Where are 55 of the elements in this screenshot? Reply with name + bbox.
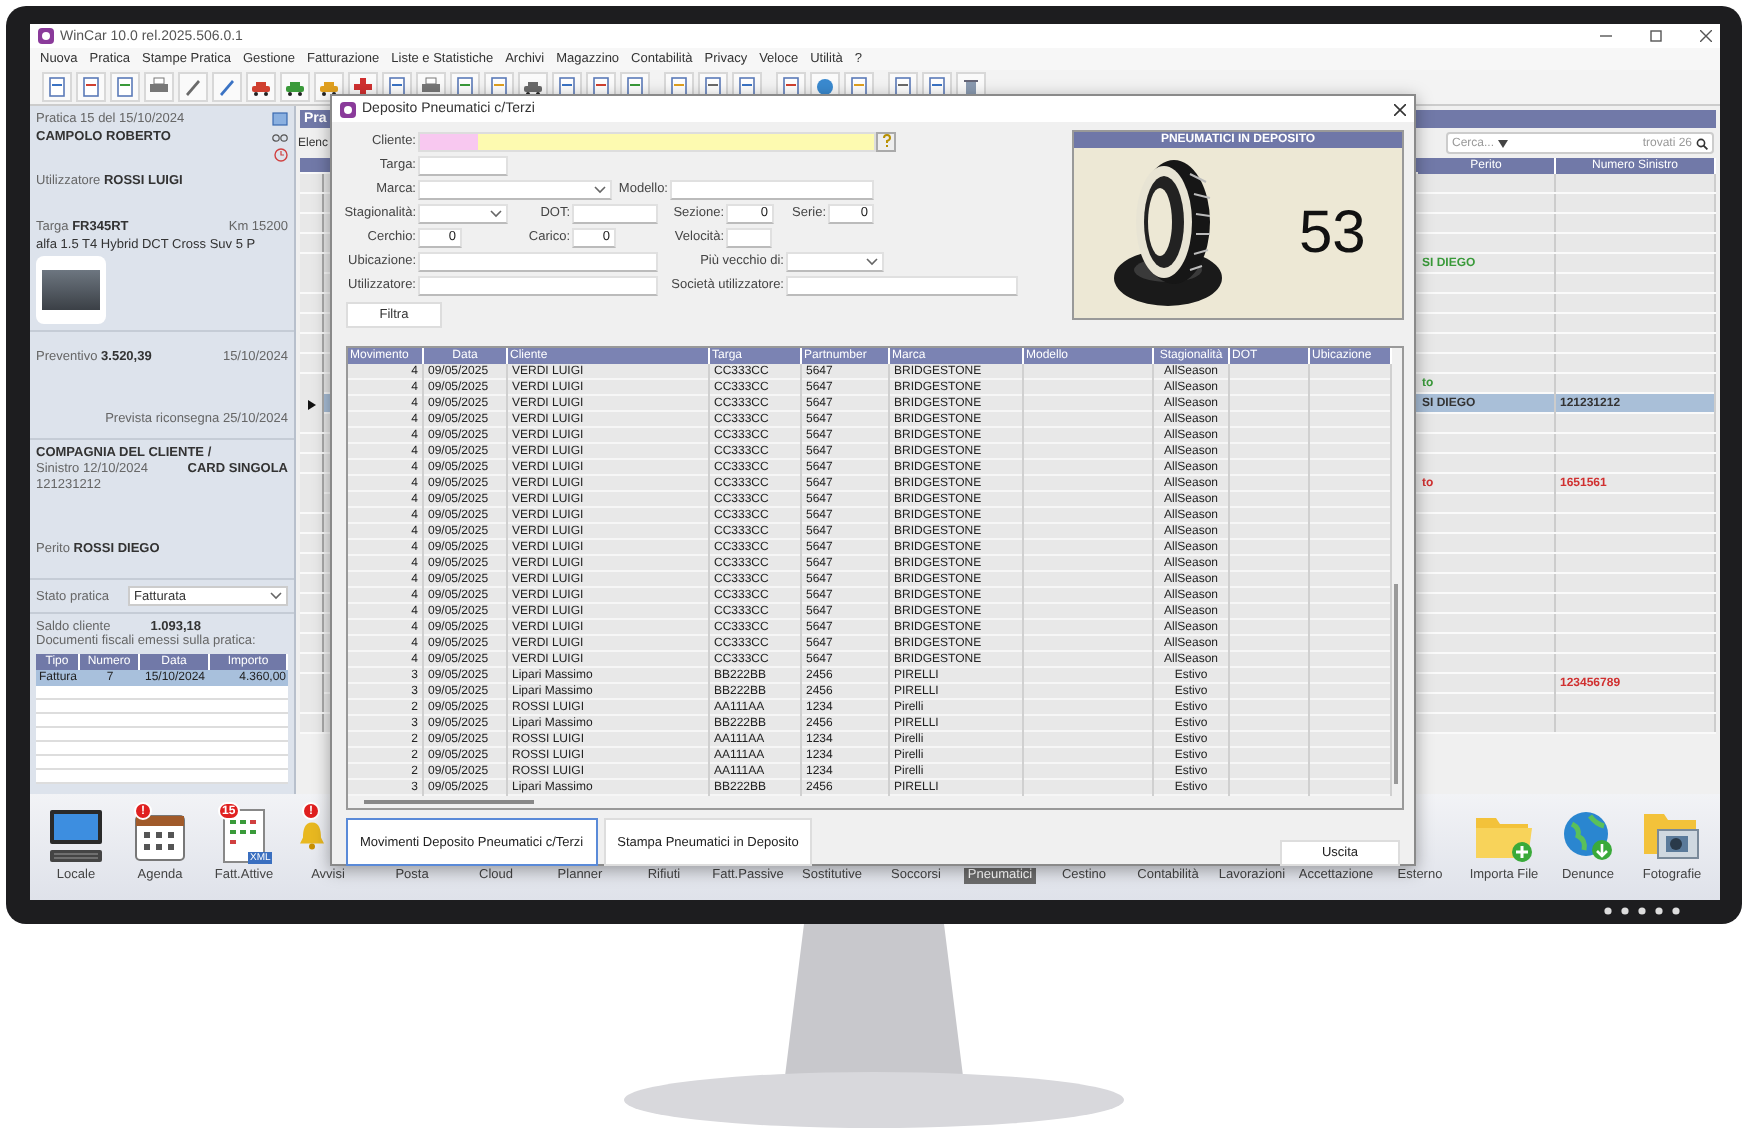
toolbar-button[interactable] bbox=[76, 72, 106, 102]
clock-icon[interactable] bbox=[274, 148, 288, 162]
pen-icon bbox=[216, 76, 238, 98]
input-field[interactable] bbox=[418, 275, 658, 295]
toolbar-button[interactable] bbox=[212, 72, 242, 102]
input-field[interactable] bbox=[572, 203, 658, 223]
dropdown-field[interactable] bbox=[786, 251, 884, 271]
indicator-dots-icon bbox=[1602, 906, 1682, 916]
invoice-icon bbox=[218, 807, 270, 863]
glasses-icon[interactable] bbox=[272, 132, 288, 142]
dropdown-caret-icon bbox=[490, 209, 502, 217]
question-mark-icon bbox=[881, 134, 891, 148]
globe-icon bbox=[814, 76, 836, 98]
row-pointer-icon bbox=[307, 399, 315, 409]
maximize-icon[interactable] bbox=[1650, 30, 1662, 42]
document-icon bbox=[114, 76, 136, 98]
dropdown-caret-icon bbox=[866, 257, 878, 265]
input-field[interactable] bbox=[726, 227, 772, 247]
document-icon bbox=[80, 76, 102, 98]
input-field[interactable] bbox=[670, 179, 874, 199]
globe-download-icon bbox=[1560, 807, 1616, 863]
scrollbar-thumb[interactable] bbox=[1394, 584, 1398, 784]
close-icon[interactable] bbox=[1394, 103, 1406, 115]
app-logo-icon bbox=[340, 101, 356, 117]
input-field[interactable] bbox=[786, 275, 1018, 295]
toolbar-button[interactable] bbox=[246, 72, 276, 102]
dropdown-field[interactable] bbox=[418, 203, 508, 223]
minimize-icon[interactable] bbox=[1600, 30, 1612, 42]
toolbar-button[interactable] bbox=[144, 72, 174, 102]
document-icon bbox=[46, 76, 68, 98]
car-icon bbox=[284, 76, 306, 98]
stock-count: 53 bbox=[1298, 199, 1366, 267]
printer-icon bbox=[420, 76, 442, 98]
toolbar-button[interactable] bbox=[280, 72, 310, 102]
help-button[interactable] bbox=[876, 131, 896, 151]
dropdown-field[interactable] bbox=[418, 179, 612, 199]
car-icon bbox=[318, 76, 340, 98]
bell-icon bbox=[300, 821, 324, 849]
filter-icon[interactable] bbox=[1498, 139, 1509, 147]
dropdown-caret-icon bbox=[270, 592, 282, 600]
printer-icon bbox=[148, 76, 170, 98]
input-field[interactable] bbox=[418, 251, 658, 271]
car-icon bbox=[250, 76, 272, 98]
input-field[interactable] bbox=[418, 155, 508, 175]
dropdown-caret-icon bbox=[594, 185, 606, 193]
scrollbar-thumb[interactable] bbox=[364, 800, 534, 804]
close-icon[interactable] bbox=[1700, 30, 1712, 42]
toolbar-button[interactable] bbox=[42, 72, 72, 102]
pencil-icon bbox=[182, 76, 204, 98]
calendar-icon bbox=[134, 809, 186, 861]
computer-icon bbox=[46, 807, 106, 863]
search-icon[interactable] bbox=[1696, 137, 1708, 149]
client-lookup-field[interactable] bbox=[418, 131, 876, 151]
photo-placeholder bbox=[36, 256, 106, 324]
toolbar-button[interactable] bbox=[178, 72, 208, 102]
